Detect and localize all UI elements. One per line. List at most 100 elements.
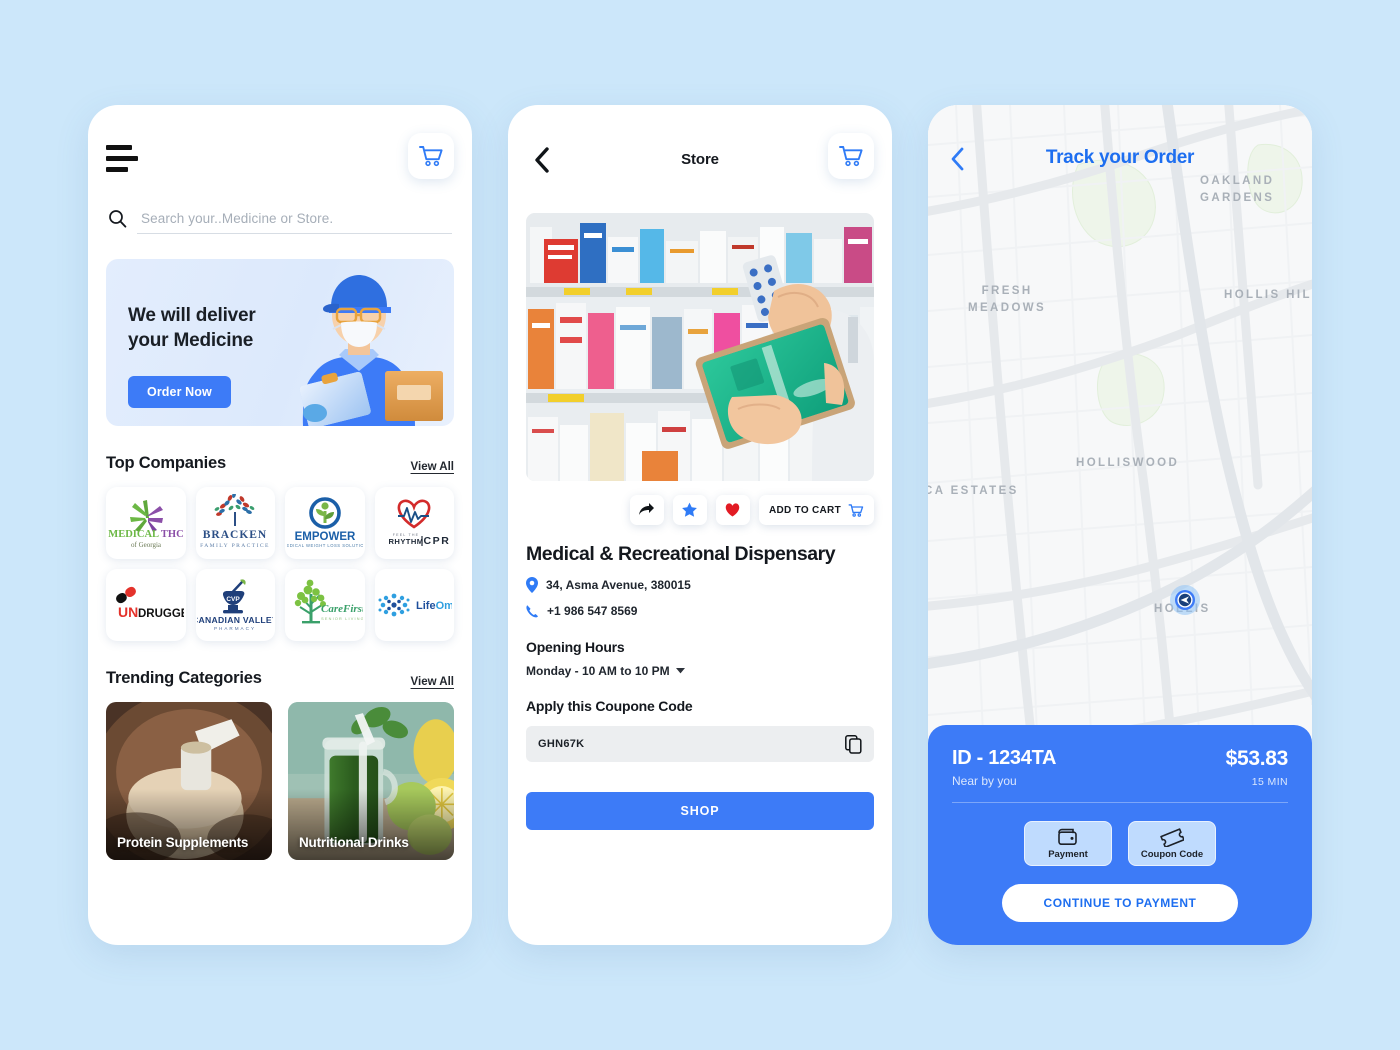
banner-title: We will deliver your Medicine <box>128 303 256 354</box>
svg-text:EMPOWER: EMPOWER <box>294 531 355 543</box>
cart-button[interactable] <box>828 133 874 179</box>
top-companies-title: Top Companies <box>106 454 226 472</box>
phone-icon <box>526 605 538 618</box>
store-address: 34, Asma Avenue, 380015 <box>546 578 691 592</box>
company-logo-carefirst[interactable]: CareFirst SENIOR LIVING <box>285 569 365 641</box>
divider <box>952 802 1288 803</box>
order-options: Payment Coupon Code <box>952 821 1288 866</box>
coupon-label: Apply this Coupone Code <box>526 698 693 714</box>
copy-icon[interactable] <box>845 734 862 754</box>
current-location-marker[interactable] <box>1168 583 1202 622</box>
map-label-fresh-meadows: FRESH MEADOWS <box>968 285 1047 315</box>
opening-hours-label: Opening Hours <box>526 639 625 655</box>
store-action-row: ADD TO CART <box>508 481 892 525</box>
trending-categories-header: Trending Categories View All <box>88 669 472 688</box>
svg-text:DRUGGED: DRUGGED <box>138 608 184 620</box>
store-name: Medical & Recreational Dispensary <box>526 543 836 565</box>
svg-text:BRACKEN: BRACKEN <box>203 529 268 541</box>
category-grid: Protein Supplements Nutritional Drinks <box>88 688 472 860</box>
favorite-button[interactable] <box>672 495 707 525</box>
map-pin-icon <box>526 577 538 593</box>
order-card-top: ID - 1234TA Near by you $53.83 15 MIN <box>952 747 1288 788</box>
opening-hours-row[interactable]: Monday - 10 AM to 10 PM <box>508 655 892 678</box>
shopping-cart-icon <box>848 503 864 517</box>
company-logo-undrugged[interactable]: UN DRUGGED <box>106 569 186 641</box>
svg-text:LifeOmic: LifeOmic <box>416 600 452 612</box>
store-phone-row[interactable]: +1 986 547 8569 <box>508 593 892 618</box>
like-button[interactable] <box>715 495 750 525</box>
store-phone: +1 986 547 8569 <box>547 604 638 618</box>
store-photo <box>526 213 874 481</box>
search-icon <box>108 209 127 233</box>
svg-text:CANADIAN VALLEY: CANADIAN VALLEY <box>197 615 273 625</box>
svg-text:UN: UN <box>118 604 138 620</box>
company-logo-medical-thc[interactable]: MEDICAL THC of Georgia <box>106 487 186 559</box>
cart-button[interactable] <box>408 133 454 179</box>
bracken-tree-logo: BRACKEN FAMILY PRACTICE <box>200 494 270 549</box>
home-header <box>88 105 472 201</box>
order-eta: 15 MIN <box>1251 776 1288 788</box>
order-pricing: $53.83 15 MIN <box>1225 747 1289 788</box>
continue-to-payment-button[interactable]: CONTINUE TO PAYMENT <box>1002 884 1238 922</box>
screenshot-stage: We will deliver your Medicine Order Now <box>0 0 1400 1050</box>
trending-categories-title: Trending Categories <box>106 669 262 687</box>
store-screen: Store ADD TO CART Medical & Recreational… <box>508 105 892 945</box>
company-logo-bracken[interactable]: BRACKEN FAMILY PRACTICE <box>195 487 275 559</box>
svg-text:MEDICAL THC: MEDICAL THC <box>108 529 183 540</box>
company-logo-empower[interactable]: EMPOWER MEDICAL WEIGHT LOSS SOLUTION <box>285 487 365 559</box>
svg-text:PHARMACY: PHARMACY <box>214 626 256 631</box>
coupon-option-button[interactable]: Coupon Code <box>1128 821 1216 866</box>
company-logo-canadian-valley[interactable]: CVP CANADIAN VALLEY PHARMACY <box>195 569 275 641</box>
delivery-banner[interactable]: We will deliver your Medicine Order Now <box>106 259 454 426</box>
track-order-screen: Track your Order OAKLAND GARDENS FRESH MEA… <box>928 105 1312 945</box>
svg-text:of Georgia: of Georgia <box>131 541 162 549</box>
category-label: Protein Supplements <box>117 835 249 850</box>
order-id: ID - 1234TA <box>952 747 1057 769</box>
order-identity: ID - 1234TA Near by you <box>952 747 1056 788</box>
trending-categories-view-all[interactable]: View All <box>411 676 454 688</box>
rhythm-cpr-heart-logo: FEEL THE RHYTHM CPR <box>389 499 451 547</box>
svg-text:FAMILY PRACTICE: FAMILY PRACTICE <box>200 543 270 549</box>
order-subtitle: Near by you <box>952 774 1017 788</box>
svg-text:CPR: CPR <box>424 535 451 547</box>
track-page-title: Track your Order <box>1045 147 1195 168</box>
category-card-protein[interactable]: Protein Supplements <box>106 702 272 860</box>
hamburger-line <box>106 145 132 150</box>
hamburger-icon[interactable] <box>106 145 140 178</box>
order-price: $53.83 <box>1225 747 1289 770</box>
carefirst-tree-logo: CareFirst SENIOR LIVING <box>294 579 363 624</box>
star-icon <box>682 502 698 517</box>
navigation-arrow-marker <box>1170 585 1200 615</box>
chevron-down-icon <box>675 668 685 674</box>
category-card-nutritional[interactable]: Nutritional Drinks <box>288 702 454 860</box>
payment-option-button[interactable]: Payment <box>1024 821 1112 866</box>
canadian-valley-mortar-logo: CVP CANADIAN VALLEY PHARMACY <box>197 579 273 631</box>
order-now-button[interactable]: Order Now <box>128 376 231 408</box>
coupon-field[interactable]: GHN67K <box>526 726 874 762</box>
banner-title-line1: We will deliver <box>128 305 256 326</box>
payment-option-label: Payment <box>1048 849 1088 860</box>
svg-text:SENIOR LIVING: SENIOR LIVING <box>321 617 363 621</box>
shop-button[interactable]: SHOP <box>526 792 874 830</box>
company-logo-rhythm-cpr[interactable]: FEEL THE RHYTHM CPR <box>374 487 454 559</box>
shopping-cart-icon <box>419 146 443 167</box>
company-logo-lifeomic[interactable]: LifeOmic <box>374 569 454 641</box>
empower-circle-logo: EMPOWER MEDICAL WEIGHT LOSS SOLUTION <box>287 497 363 548</box>
add-to-cart-button[interactable]: ADD TO CART <box>758 495 874 525</box>
shopping-cart-icon <box>839 146 863 167</box>
map-label-hollis-hill: HOLLIS HILL <box>1224 289 1312 301</box>
banner-title-line2: your Medicine <box>128 330 254 352</box>
store-address-row: 34, Asma Avenue, 380015 <box>508 566 892 593</box>
delivery-courier-illustration <box>299 275 443 426</box>
undrugged-pill-logo: UN DRUGGED <box>115 586 184 620</box>
top-companies-view-all[interactable]: View All <box>411 461 454 473</box>
add-to-cart-label: ADD TO CART <box>768 504 841 516</box>
svg-text:MEDICAL WEIGHT LOSS SOLUTION: MEDICAL WEIGHT LOSS SOLUTION <box>287 543 363 548</box>
lifeomic-dots-logo: LifeOmic <box>378 593 452 617</box>
search-input[interactable] <box>137 207 452 234</box>
search-bar[interactable] <box>88 207 472 234</box>
hamburger-line <box>106 167 128 172</box>
wallet-icon <box>1058 828 1077 845</box>
share-button[interactable] <box>629 495 664 525</box>
svg-text:CareFirst: CareFirst <box>321 603 363 615</box>
